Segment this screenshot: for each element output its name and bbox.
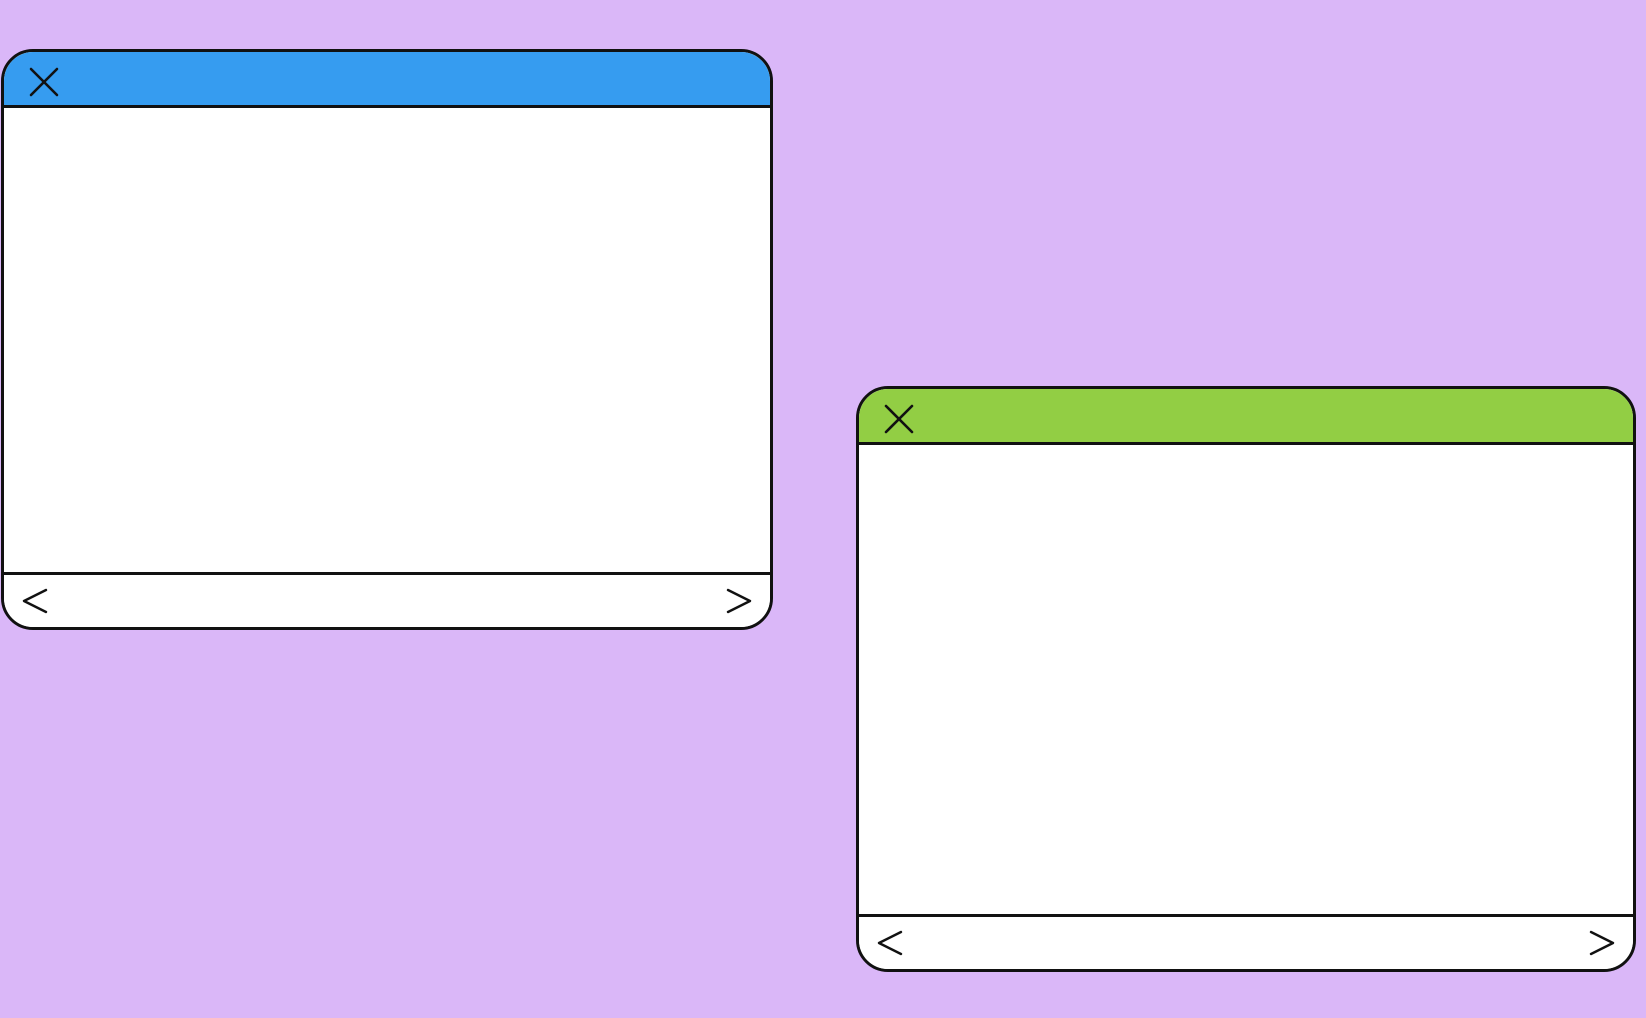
back-button[interactable] — [875, 929, 907, 957]
close-button[interactable] — [26, 64, 62, 100]
chevron-right-icon — [1589, 930, 1615, 956]
window-content — [4, 108, 770, 572]
chevron-left-icon — [22, 588, 48, 614]
window-titlebar[interactable] — [4, 52, 770, 108]
desktop — [0, 0, 1646, 1018]
chevron-right-icon — [726, 588, 752, 614]
window-navbar — [859, 914, 1633, 969]
window-green — [856, 386, 1636, 972]
window-titlebar[interactable] — [859, 389, 1633, 445]
back-button[interactable] — [20, 587, 52, 615]
window-content — [859, 445, 1633, 914]
close-icon — [29, 67, 59, 97]
chevron-left-icon — [877, 930, 903, 956]
forward-button[interactable] — [1585, 929, 1617, 957]
close-icon — [884, 404, 914, 434]
forward-button[interactable] — [722, 587, 754, 615]
close-button[interactable] — [881, 401, 917, 437]
window-navbar — [4, 572, 770, 627]
window-blue — [1, 49, 773, 630]
